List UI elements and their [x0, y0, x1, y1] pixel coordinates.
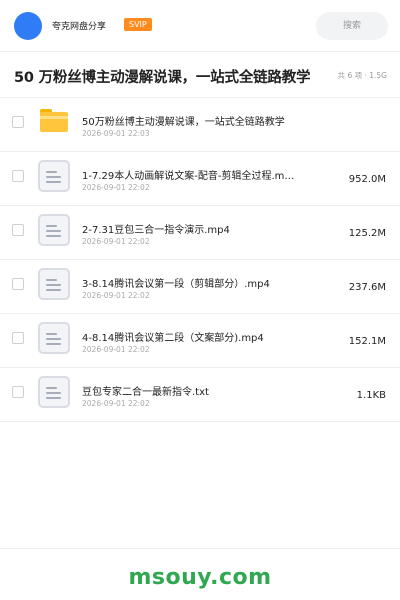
folder-icon	[38, 106, 70, 138]
file-name: 2-7.31豆包三合一指令演示.mp4	[82, 225, 230, 236]
file-icon	[38, 322, 70, 354]
file-date: 2026-09-01 22:02	[82, 183, 150, 192]
file-size: 237.6M	[348, 282, 386, 293]
file-row[interactable]: 2-7.31豆包三合一指令演示.mp4 2026-09-01 22:02 125.2…	[0, 206, 400, 260]
file-row[interactable]: 4-8.14腾讯会议第二段（文案部分).mp4 2026-09-01 22:02 1…	[0, 314, 400, 368]
file-list: 50万粉丝博主动漫解说课，一站式全链路教学 2026-09-01 22:03 1-7…	[0, 98, 400, 422]
row-checkbox[interactable]	[12, 170, 24, 182]
svip-badge: SVIP	[124, 18, 152, 31]
row-checkbox[interactable]	[12, 116, 24, 128]
watermark: msouy.com	[128, 565, 272, 590]
file-row[interactable]: 3-8.14腾讯会议第一段（剪辑部分）.mp4 2026-09-01 22:02 2…	[0, 260, 400, 314]
header: 夸克网盘分享 SVIP 搜索	[0, 0, 400, 52]
row-checkbox[interactable]	[12, 278, 24, 290]
share-name[interactable]: 夸克网盘分享	[52, 19, 106, 32]
file-name: 豆包专家二合一最新指令.txt	[82, 387, 209, 398]
row-checkbox[interactable]	[12, 332, 24, 344]
page-title: 50 万粉丝博主动漫解说课，一站式全链路教学	[14, 70, 311, 86]
file-date: 2026-09-01 22:03	[82, 129, 150, 138]
title-bar: 50 万粉丝博主动漫解说课，一站式全链路教学 共 6 项 · 1.5G	[0, 52, 400, 98]
footer: msouy.com	[0, 548, 400, 600]
file-row[interactable]: 1-7.29本人动画解说文案-配音-剪辑全过程.m… 2026-09-01 22:…	[0, 152, 400, 206]
file-icon	[38, 214, 70, 246]
row-checkbox[interactable]	[12, 224, 24, 236]
file-size: 1.1KB	[356, 390, 386, 401]
row-checkbox[interactable]	[12, 386, 24, 398]
folder-row[interactable]: 50万粉丝博主动漫解说课，一站式全链路教学 2026-09-01 22:03	[0, 98, 400, 152]
file-date: 2026-09-01 22:02	[82, 399, 150, 408]
file-summary: 共 6 项 · 1.5G	[337, 71, 387, 80]
file-date: 2026-09-01 22:02	[82, 291, 150, 300]
file-icon	[38, 376, 70, 408]
file-row[interactable]: 豆包专家二合一最新指令.txt 2026-09-01 22:02 1.1KB	[0, 368, 400, 422]
file-name: 4-8.14腾讯会议第二段（文案部分).mp4	[82, 333, 264, 344]
file-icon	[38, 160, 70, 192]
search-button[interactable]: 搜索	[316, 12, 388, 40]
file-name: 1-7.29本人动画解说文案-配音-剪辑全过程.m…	[82, 171, 295, 182]
file-date: 2026-09-01 22:02	[82, 345, 150, 354]
file-name: 3-8.14腾讯会议第一段（剪辑部分）.mp4	[82, 279, 270, 290]
file-size: 125.2M	[348, 228, 386, 239]
file-name: 50万粉丝博主动漫解说课，一站式全链路教学	[82, 117, 285, 128]
file-icon	[38, 268, 70, 300]
file-date: 2026-09-01 22:02	[82, 237, 150, 246]
file-size: 952.0M	[348, 174, 386, 185]
avatar[interactable]	[14, 12, 42, 40]
file-size: 152.1M	[348, 336, 386, 347]
